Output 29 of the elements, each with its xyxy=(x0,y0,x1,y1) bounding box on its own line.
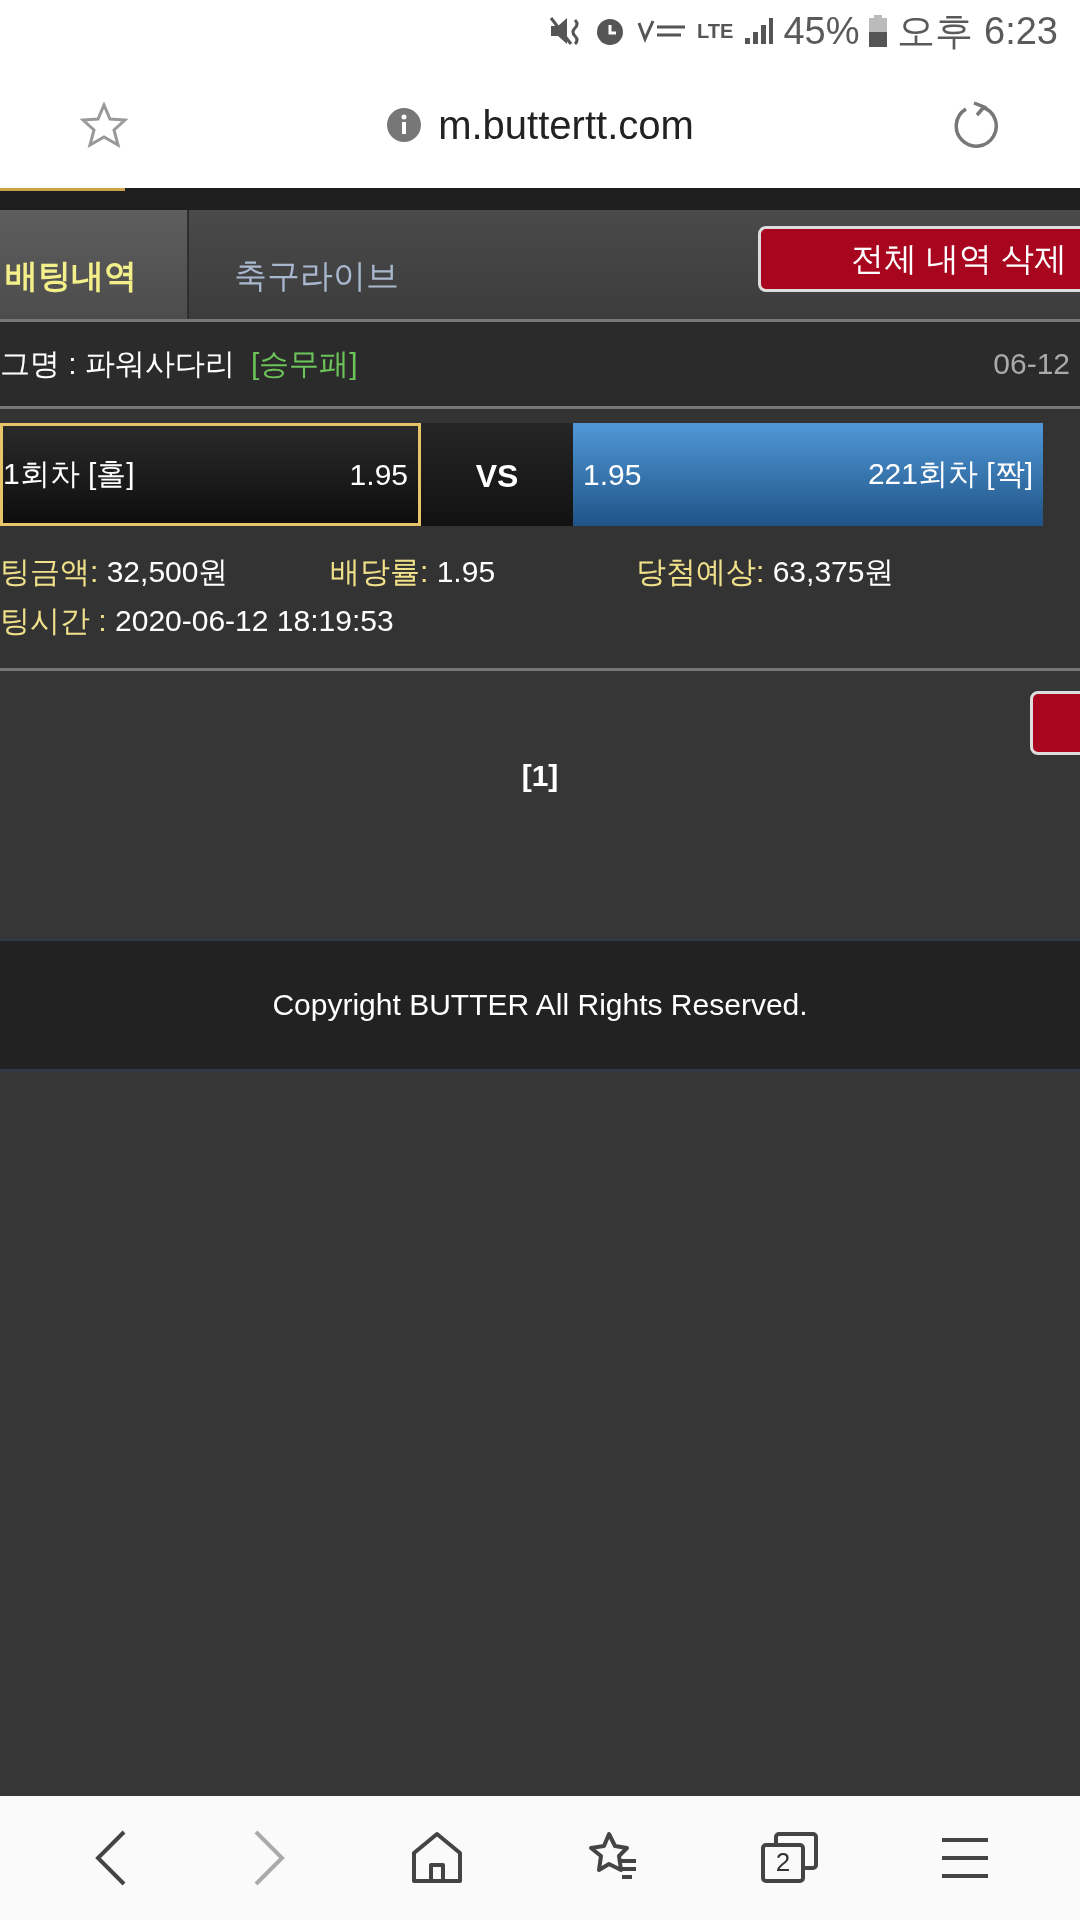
signal-icon xyxy=(743,16,774,46)
copyright-text: Copyright BUTTER All Rights Reserved. xyxy=(272,988,808,1022)
action-button[interactable] xyxy=(1030,691,1080,755)
tab[interactable]: 축구라이브 xyxy=(229,210,479,319)
bet-detail: 당첨예상: 63,375원 xyxy=(636,554,896,590)
market-type: [승무패] xyxy=(251,345,358,382)
network-type: LTE xyxy=(697,21,734,41)
pick-label: 1회차 [홀] xyxy=(3,456,135,492)
home-icon[interactable] xyxy=(410,1831,464,1885)
vs-label: VS xyxy=(421,423,573,526)
battery-icon xyxy=(869,15,888,47)
star-icon[interactable] xyxy=(80,102,128,148)
bet-detail: 배당률: 1.95 xyxy=(330,554,497,590)
bet-date: 06-12 xyxy=(993,347,1070,381)
battery-percent: 45% xyxy=(783,9,860,53)
bet-time: 팅시간 : 2020-06-12 18:19:53 xyxy=(0,603,395,639)
tab[interactable]: 배팅내역 xyxy=(0,210,189,319)
pick-odds: 1.95 xyxy=(349,457,408,492)
pick-label: 221회차 [짝] xyxy=(867,456,1033,492)
bet-detail: 팅금액: 32,500원 xyxy=(0,554,230,590)
clock: 오후 6:23 xyxy=(897,8,1058,54)
reload-icon[interactable] xyxy=(952,101,1000,149)
page-link[interactable]: [1] xyxy=(521,759,559,793)
pick-odds: 1.95 xyxy=(583,457,642,492)
menu-icon[interactable] xyxy=(940,1836,990,1880)
delete-all-button[interactable]: 전체 내역 삭제 xyxy=(757,226,1080,292)
url-text[interactable]: m.buttertt.com xyxy=(438,102,694,148)
info-icon xyxy=(386,107,423,143)
league-name: 그명 : 파워사다리 xyxy=(0,345,235,382)
